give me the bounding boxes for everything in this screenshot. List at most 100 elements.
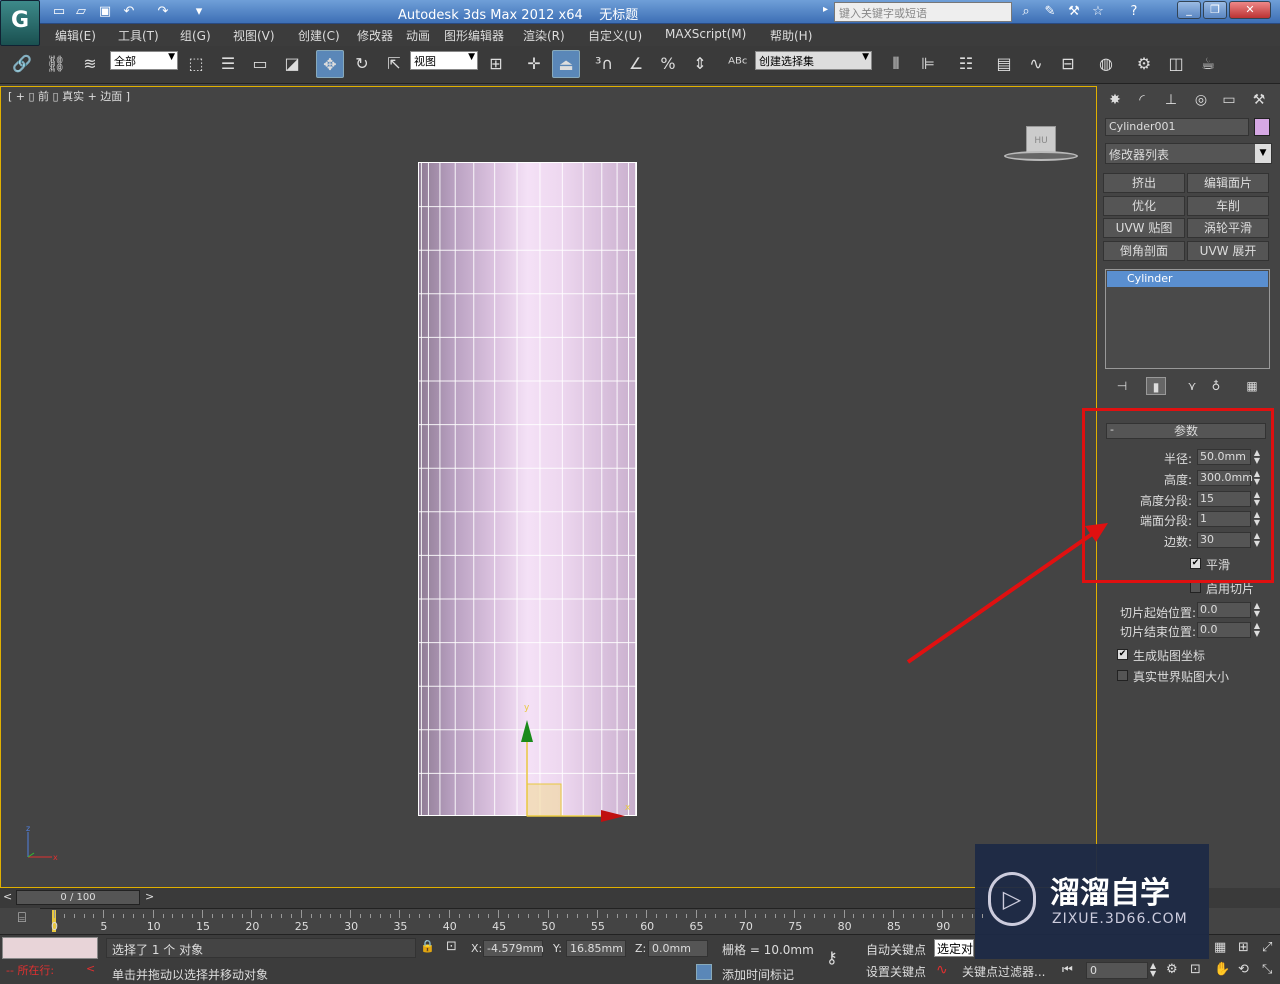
gizmo-x-axis-arrow[interactable] xyxy=(601,810,625,822)
zoom-extents-all-icon[interactable]: ⊞ xyxy=(1238,940,1249,955)
slice-on-checkbox[interactable] xyxy=(1190,582,1201,593)
slice-to-spinner[interactable]: ▲ ▼ xyxy=(1252,622,1262,638)
communication-icon[interactable]: ⚒ xyxy=(1064,3,1084,21)
key-mode-select[interactable]: 选定对 xyxy=(934,939,974,957)
remove-modifier-icon[interactable]: ♁ xyxy=(1206,377,1226,395)
modifier-optimize-button[interactable]: 优化 xyxy=(1103,196,1185,216)
window-crossing-icon[interactable]: ◪ xyxy=(278,50,306,78)
schematic-view-icon[interactable]: ⊟ xyxy=(1054,50,1082,78)
maxscript-listener-mini[interactable] xyxy=(2,937,98,959)
modifier-unwrap-uvw-button[interactable]: UVW 展开 xyxy=(1187,241,1269,261)
subscription-icon[interactable]: ✎ xyxy=(1040,3,1060,21)
close-button[interactable]: ✕ xyxy=(1229,1,1271,19)
maximize-viewport-icon[interactable]: ⤡ xyxy=(1262,962,1272,977)
move-gizmo[interactable]: y x xyxy=(515,700,635,825)
maximize-button[interactable]: ❐ xyxy=(1203,1,1227,19)
open-file-icon[interactable]: ▱ xyxy=(72,3,90,21)
modifier-lathe-button[interactable]: 车削 xyxy=(1187,196,1269,216)
viewport-label[interactable]: [ + ▯ 前 ▯ 真实 + 边面 ] xyxy=(8,88,130,104)
rendered-frame-window-icon[interactable]: ◫ xyxy=(1162,50,1190,78)
key-filters-button[interactable]: 关键点过滤器... xyxy=(962,963,1045,980)
snaps-toggle-icon[interactable]: ³∩ xyxy=(590,50,618,78)
time-config-icon[interactable]: ⚙ xyxy=(1166,962,1178,977)
app-logo-button[interactable]: G xyxy=(0,0,40,46)
layer-manager-icon[interactable]: ☷ xyxy=(952,50,980,78)
save-icon[interactable]: ▣ xyxy=(96,3,114,21)
menu-maxscript[interactable]: MAXScript(M) xyxy=(665,27,746,41)
select-object-icon[interactable]: ⬚ xyxy=(182,50,210,78)
selection-filter-select[interactable]: 全部 ▼ xyxy=(110,51,178,70)
keyboard-shortcut-override-icon[interactable]: ⏏ xyxy=(552,50,580,78)
modifier-edit-patch-button[interactable]: 编辑面片 xyxy=(1187,173,1269,193)
frame-spinner[interactable]: ▲ ▼ xyxy=(1150,962,1156,978)
undo-icon[interactable]: ↶ xyxy=(120,3,138,21)
viewcube[interactable]: HU xyxy=(1026,126,1056,154)
trackbar-toggle-icon[interactable]: ⌸ xyxy=(10,910,34,930)
redo-icon[interactable]: ↷ xyxy=(154,3,172,21)
named-selection-set-select[interactable]: 创建选择集 ▼ xyxy=(755,51,872,70)
select-scale-icon[interactable]: ⇱ xyxy=(380,50,408,78)
render-setup-icon[interactable]: ⚙ xyxy=(1130,50,1158,78)
quick-access-dropdown-icon[interactable]: ▾ xyxy=(190,3,208,21)
render-production-icon[interactable]: ☕ xyxy=(1194,50,1222,78)
make-unique-icon[interactable]: ⋎ xyxy=(1182,377,1202,395)
motion-tab-icon[interactable]: ◎ xyxy=(1190,90,1212,110)
absolute-mode-icon[interactable]: ⊡ xyxy=(446,939,457,954)
help-icon[interactable]: ? xyxy=(1124,3,1144,21)
unlink-icon[interactable]: ⛓ xyxy=(42,50,70,78)
current-frame-field[interactable]: 0 xyxy=(1086,962,1148,979)
favorites-star-icon[interactable]: ☆ xyxy=(1088,3,1108,21)
generate-mapping-checkbox[interactable]: ✔ xyxy=(1117,649,1128,660)
material-editor-icon[interactable]: ◍ xyxy=(1092,50,1120,78)
menu-view[interactable]: 视图(V) xyxy=(233,27,275,44)
search-expand-icon[interactable]: ▸ xyxy=(823,4,828,15)
modifier-bevel-profile-button[interactable]: 倒角剖面 xyxy=(1103,241,1185,261)
create-tab-icon[interactable]: ✸ xyxy=(1104,90,1126,110)
link-icon[interactable]: 🔗 xyxy=(8,50,36,78)
menu-animation[interactable]: 动画 xyxy=(406,27,430,44)
stack-item-cylinder[interactable]: Cylinder xyxy=(1107,271,1268,287)
auto-key-button[interactable]: 自动关键点 xyxy=(866,941,926,958)
select-move-icon[interactable]: ✥ xyxy=(316,50,344,78)
edit-named-selection-icon[interactable]: ᴬᴮᶜ xyxy=(724,50,752,78)
select-by-name-icon[interactable]: ☰ xyxy=(214,50,242,78)
select-rotate-icon[interactable]: ↻ xyxy=(348,50,376,78)
slice-from-spinner[interactable]: ▲ ▼ xyxy=(1252,602,1262,618)
slice-to-field[interactable]: 0.0 xyxy=(1197,622,1251,638)
menu-modifiers[interactable]: 修改器 xyxy=(357,27,393,44)
add-time-tag[interactable]: 添加时间标记 xyxy=(722,966,794,983)
new-file-icon[interactable]: ▭ xyxy=(50,3,68,21)
angle-snap-icon[interactable]: ∠ xyxy=(622,50,650,78)
time-next-icon[interactable]: > xyxy=(145,890,154,903)
slice-from-field[interactable]: 0.0 xyxy=(1197,602,1251,618)
z-coordinate-field[interactable]: 0.0mm xyxy=(648,940,708,957)
gizmo-xy-plane[interactable] xyxy=(526,783,562,817)
orbit-icon[interactable]: ⟲ xyxy=(1238,962,1249,977)
menu-tools[interactable]: 工具(T) xyxy=(118,27,159,44)
reference-coord-select[interactable]: 视图 ▼ xyxy=(410,51,478,70)
menu-customize[interactable]: 自定义(U) xyxy=(588,27,642,44)
configure-modifier-sets-icon[interactable]: ▦ xyxy=(1242,377,1262,395)
x-coordinate-field[interactable]: -4.579mm xyxy=(483,940,544,957)
time-slider[interactable]: 0 / 100 xyxy=(16,890,140,905)
align-icon[interactable]: ⊫ xyxy=(914,50,942,78)
gizmo-y-axis-arrow[interactable] xyxy=(521,720,533,742)
lock-icon[interactable]: 🔒 xyxy=(420,939,435,953)
pan-view-icon[interactable]: ✋ xyxy=(1214,962,1230,977)
zoom-extents-icon[interactable]: ⊡ xyxy=(1190,962,1201,977)
menu-edit[interactable]: 编辑(E) xyxy=(55,27,96,44)
modifier-turbosmooth-button[interactable]: 涡轮平滑 xyxy=(1187,218,1269,238)
real-world-map-checkbox[interactable] xyxy=(1117,670,1128,681)
key-icon[interactable]: ⚷ xyxy=(826,948,838,967)
field-of-view-icon[interactable]: ⤢ xyxy=(1262,940,1272,955)
modifier-list-select[interactable]: 修改器列表 ▼ xyxy=(1105,143,1272,164)
percent-snap-icon[interactable]: % xyxy=(654,50,682,78)
pin-stack-icon[interactable]: ⊣ xyxy=(1112,377,1132,395)
time-prev-icon[interactable]: < xyxy=(3,890,12,903)
show-end-result-icon[interactable]: ▮ xyxy=(1146,377,1166,395)
modify-tab-icon[interactable]: ◜ xyxy=(1131,90,1153,110)
search-input[interactable]: 键入关键字或短语 xyxy=(834,2,1012,22)
time-tag-icon[interactable] xyxy=(696,964,712,980)
go-to-start-icon[interactable]: ⏮ xyxy=(1062,962,1073,977)
modifier-extrude-button[interactable]: 挤出 xyxy=(1103,173,1185,193)
